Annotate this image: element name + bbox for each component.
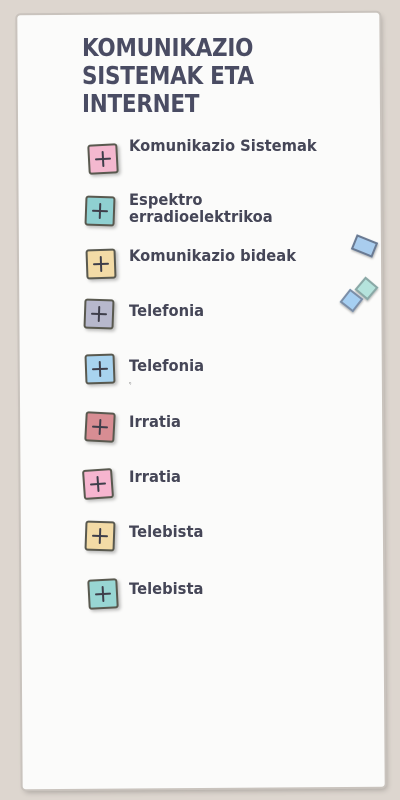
plus-icon xyxy=(87,143,119,175)
plus-icon xyxy=(81,467,115,501)
menu-item-telefonia-2[interactable]: Telefonia ᵑ xyxy=(80,353,340,402)
plus-icon xyxy=(83,298,115,330)
menu-item-label: Telebista xyxy=(129,522,204,541)
menu-item-label: Espektro erradioelektrikoa xyxy=(129,190,273,226)
plus-icon xyxy=(85,248,117,280)
menu-item-telefonia-1[interactable]: Telefonia xyxy=(80,298,340,347)
menu-item-label: Telebista xyxy=(129,579,204,598)
plus-icon xyxy=(84,411,116,443)
menu-item-irratia-2[interactable]: Irratia xyxy=(80,467,340,513)
plus-icon xyxy=(84,353,116,385)
menu-item-label: Irratia xyxy=(129,467,181,486)
menu-item-label: Telefonia xyxy=(129,301,205,320)
menu-item-espektro-erradioelektrikoa[interactable]: Espektro erradioelektrikoa xyxy=(80,191,340,235)
plus-icon xyxy=(87,578,119,610)
menu-item-komunikazio-sistemak[interactable]: Komunikazio Sistemak xyxy=(80,138,340,182)
menu-item-telebista-2[interactable]: Telebista xyxy=(80,578,340,625)
topic-menu: Komunikazio Sistemak Espektro erradioele… xyxy=(0,0,400,800)
menu-item-label: Irratia xyxy=(129,412,181,431)
menu-item-label: Komunikazio bideak xyxy=(129,246,297,265)
menu-item-label: Komunikazio Sistemak xyxy=(129,136,317,155)
plus-icon xyxy=(84,195,116,227)
menu-item-komunikazio-bideak[interactable]: Komunikazio bideak xyxy=(80,248,340,292)
menu-item-note: ᵑ xyxy=(129,381,132,388)
menu-item-telebista-1[interactable]: Telebista xyxy=(80,520,340,568)
plus-icon xyxy=(84,520,116,552)
menu-item-label: Telefonia xyxy=(129,356,205,375)
menu-item-irratia-1[interactable]: Irratia xyxy=(80,411,340,458)
